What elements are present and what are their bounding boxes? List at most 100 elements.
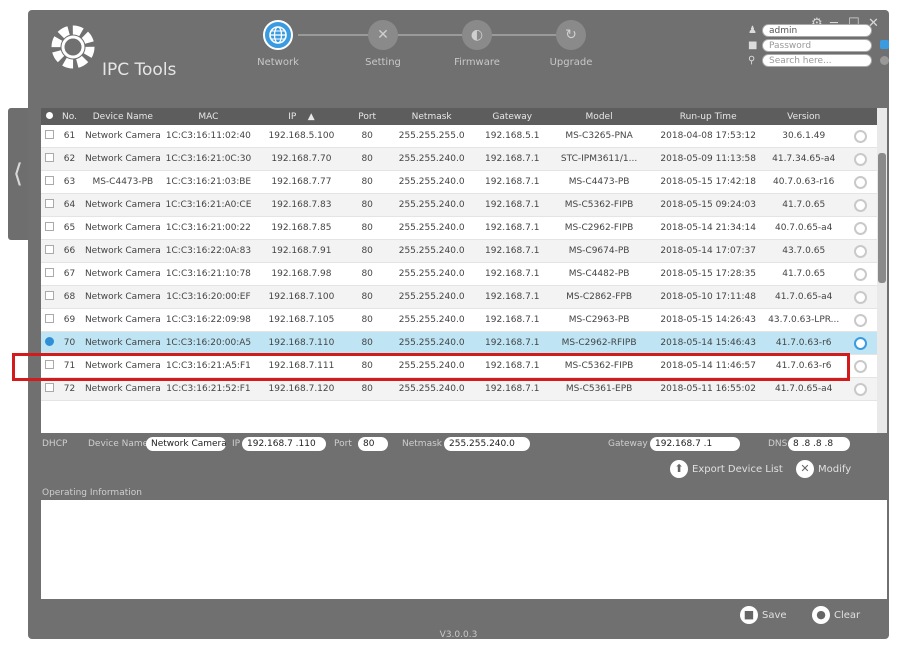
- col-netmask[interactable]: Netmask: [383, 108, 481, 125]
- login-status-icon[interactable]: [880, 40, 889, 49]
- ip-input[interactable]: 192.168.7 .110: [242, 437, 326, 451]
- row-checkbox[interactable]: [41, 170, 59, 194]
- row-checkbox[interactable]: [41, 216, 59, 240]
- table-row[interactable]: 70 Network Camera 1C:C3:16:20:00:A5 192.168…: [41, 331, 877, 355]
- cell-mac: 1C:C3:16:21:00:22: [165, 216, 252, 240]
- status-ring-icon: [854, 359, 868, 373]
- row-status: [844, 147, 877, 171]
- table-row[interactable]: 69 Network Camera 1C:C3:16:22:09:98 192.168…: [41, 308, 877, 332]
- table-row[interactable]: 66 Network Camera 1C:C3:16:22:0A:83 192.168…: [41, 239, 877, 263]
- cell-port: 80: [351, 285, 384, 309]
- wizard-label-network[interactable]: Network: [238, 57, 318, 68]
- cell-version: 41.7.34.65-a4: [762, 147, 845, 171]
- cell-port: 80: [351, 239, 384, 263]
- device-name-input[interactable]: Network Camera: [146, 437, 226, 451]
- upgrade-step-button[interactable]: ↻: [556, 20, 586, 50]
- col-gateway[interactable]: Gateway: [480, 108, 545, 125]
- table-row[interactable]: 64 Network Camera 1C:C3:16:21:A0:CE 192.168…: [41, 193, 877, 217]
- row-checkbox[interactable]: [41, 262, 59, 286]
- cell-model: MS-C5362-FIPB: [544, 354, 654, 378]
- cell-runup-time: 2018-05-14 17:07:37: [653, 239, 763, 263]
- table-row[interactable]: 71 Network Camera 1C:C3:16:21:A5:F1 192.168…: [41, 354, 877, 378]
- col-no[interactable]: No.: [58, 108, 81, 125]
- export-icon: ⬆: [670, 460, 688, 478]
- cell-gateway: 192.168.7.1: [480, 262, 545, 286]
- table-row[interactable]: 72 Network Camera 1C:C3:16:21:52:F1 192.168…: [41, 377, 877, 401]
- cell-port: 80: [351, 331, 384, 355]
- row-checkbox[interactable]: [41, 377, 59, 401]
- dns-label: DNS: [768, 439, 788, 449]
- cell-model: MS-C3265-PNA: [544, 125, 654, 148]
- row-checkbox[interactable]: [41, 193, 59, 217]
- port-input[interactable]: 80: [358, 437, 388, 451]
- table-row[interactable]: 61 Network Camera 1C:C3:16:11:02:40 192.168…: [41, 125, 877, 148]
- row-checkbox[interactable]: [41, 354, 59, 378]
- cell-gateway: 192.168.5.1: [480, 125, 545, 148]
- cell-mac: 1C:C3:16:21:03:BE: [165, 170, 252, 194]
- username-input[interactable]: admin: [762, 24, 872, 37]
- row-checkbox[interactable]: [41, 125, 59, 148]
- setting-step-button[interactable]: ✕: [368, 20, 398, 50]
- row-checkbox[interactable]: [41, 308, 59, 332]
- clear-button[interactable]: ● Clear: [812, 606, 860, 624]
- cell-no: 63: [58, 170, 81, 194]
- cell-runup-time: 2018-05-15 17:42:18: [653, 170, 763, 194]
- dns-input[interactable]: 8 .8 .8 .8: [788, 437, 850, 451]
- row-checkbox[interactable]: [41, 147, 59, 171]
- cell-mac: 1C:C3:16:21:A0:CE: [165, 193, 252, 217]
- netmask-input[interactable]: 255.255.240.0: [444, 437, 530, 451]
- col-port[interactable]: Port: [351, 108, 384, 125]
- cell-gateway: 192.168.7.1: [480, 331, 545, 355]
- col-runup-time[interactable]: Run-up Time: [653, 108, 763, 125]
- table-row[interactable]: 65 Network Camera 1C:C3:16:21:00:22 192.168…: [41, 216, 877, 240]
- cell-netmask: 255.255.240.0: [383, 308, 481, 332]
- status-ring-icon: [854, 313, 868, 327]
- cell-model: MS-C4473-PB: [544, 170, 654, 194]
- export-device-list-button[interactable]: ⬆ Export Device List: [670, 460, 783, 478]
- gateway-input[interactable]: 192.168.7 .1: [650, 437, 740, 451]
- network-step-button[interactable]: [263, 20, 293, 50]
- wizard-label-firmware[interactable]: Firmware: [437, 57, 517, 68]
- dhcp-label[interactable]: DHCP: [42, 437, 67, 451]
- table-row[interactable]: 62 Network Camera 1C:C3:16:21:0C:30 192.168…: [41, 147, 877, 171]
- table-row[interactable]: 63 MS-C4473-PB 1C:C3:16:21:03:BE 192.168.7.…: [41, 170, 877, 194]
- cell-device-name: Network Camera: [80, 216, 166, 240]
- col-version[interactable]: Version: [762, 108, 845, 125]
- col-model[interactable]: Model: [544, 108, 654, 125]
- cell-device-name: Network Camera: [80, 262, 166, 286]
- scrollbar-thumb[interactable]: [878, 153, 886, 283]
- collapse-side-tab[interactable]: ⟨: [8, 108, 28, 240]
- clear-label: Clear: [834, 610, 861, 621]
- col-ip[interactable]: IP ▲: [251, 108, 352, 125]
- cell-mac: 1C:C3:16:11:02:40: [165, 125, 252, 148]
- save-button[interactable]: ■ Save: [740, 606, 787, 624]
- row-status: [844, 354, 877, 378]
- cell-ip: 192.168.7.111: [251, 354, 352, 378]
- select-all-checkbox[interactable]: [41, 108, 59, 125]
- modify-button[interactable]: ✕ Modify: [796, 460, 851, 478]
- col-device-name[interactable]: Device Name: [80, 108, 166, 125]
- cell-device-name: MS-C4473-PB: [80, 170, 166, 194]
- cell-port: 80: [351, 193, 384, 217]
- row-checkbox[interactable]: [41, 331, 59, 355]
- row-status: [844, 308, 877, 332]
- row-checkbox[interactable]: [41, 285, 59, 309]
- cell-port: 80: [351, 354, 384, 378]
- cell-runup-time: 2018-04-08 17:53:12: [653, 125, 763, 148]
- cell-netmask: 255.255.240.0: [383, 354, 481, 378]
- wizard-connector: [388, 34, 462, 36]
- row-checkbox[interactable]: [41, 239, 59, 263]
- search-input[interactable]: Search here...: [762, 54, 872, 67]
- cell-version: 40.7.0.63-r16: [762, 170, 845, 194]
- table-scrollbar[interactable]: [877, 108, 887, 433]
- col-mac[interactable]: MAC: [165, 108, 252, 125]
- cell-ip: 192.168.7.85: [251, 216, 352, 240]
- table-row[interactable]: 68 Network Camera 1C:C3:16:20:00:EF 192.168…: [41, 285, 877, 309]
- cell-ip: 192.168.7.100: [251, 285, 352, 309]
- wizard-label-upgrade[interactable]: Upgrade: [531, 57, 611, 68]
- wizard-label-setting[interactable]: Setting: [343, 57, 423, 68]
- table-row[interactable]: 67 Network Camera 1C:C3:16:21:10:78 192.168…: [41, 262, 877, 286]
- firmware-step-button[interactable]: ◐: [462, 20, 492, 50]
- search-options-icon[interactable]: [880, 56, 889, 65]
- password-input[interactable]: Password: [762, 39, 872, 52]
